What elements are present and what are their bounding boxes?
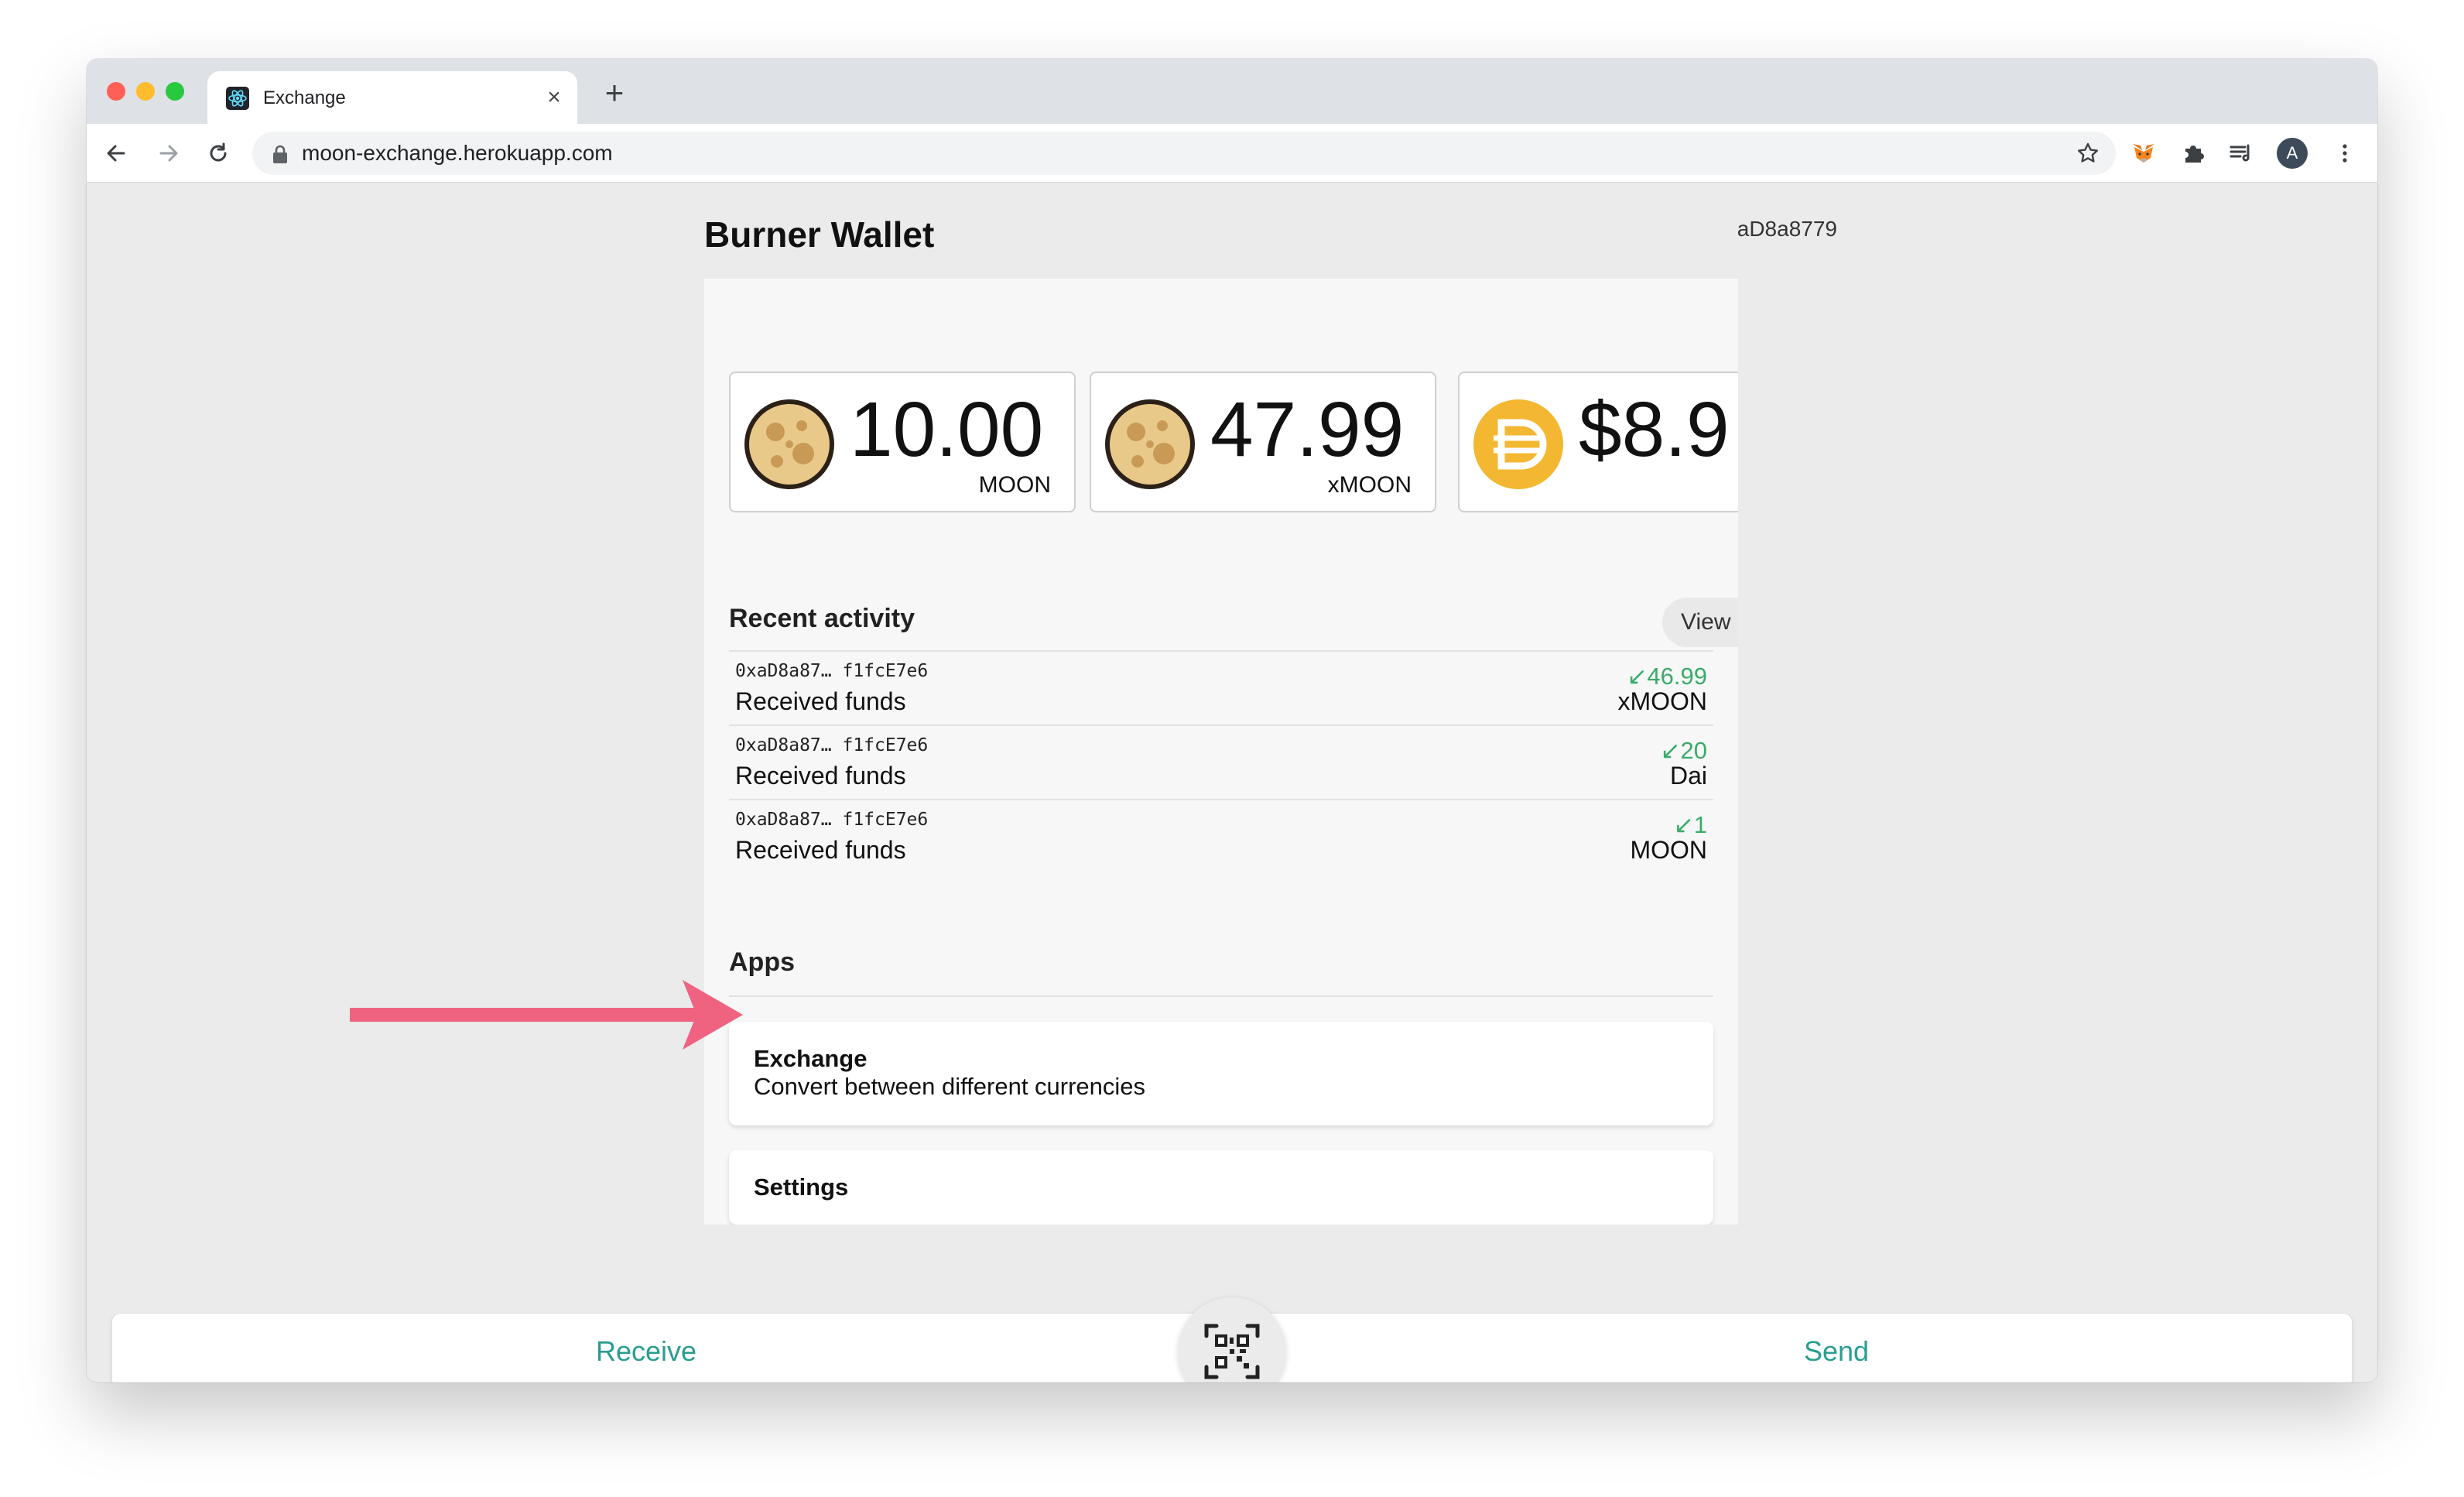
activity-amount: ↙46.99 bbox=[1627, 663, 1707, 690]
activity-address: 0xaD8a87… f1fcE7e6 bbox=[735, 661, 929, 681]
page-title: Burner Wallet bbox=[704, 214, 935, 255]
app-card-exchange[interactable]: Exchange Convert between different curre… bbox=[729, 1022, 1713, 1125]
wallet-panel: 10.00 MOON 47.99 xMOON $8.9 Recent activ… bbox=[704, 279, 1738, 1225]
moon-coin-icon bbox=[1102, 396, 1198, 492]
qr-code-icon bbox=[1204, 1324, 1260, 1379]
react-favicon-icon bbox=[226, 87, 249, 110]
metamask-fox-icon[interactable] bbox=[2130, 139, 2158, 167]
account-address[interactable]: aD8a8779 bbox=[1613, 217, 1837, 242]
balance-unit: xMOON bbox=[1327, 472, 1412, 498]
balance-card-moon[interactable]: 10.00 MOON bbox=[729, 372, 1076, 512]
activity-amount: ↙20 bbox=[1660, 737, 1707, 764]
annotation-arrow-icon bbox=[350, 980, 743, 1050]
tab-strip: Exchange × + bbox=[87, 59, 2377, 124]
balance-amount: 10.00 bbox=[850, 386, 1044, 473]
balance-amount: $8.9 bbox=[1579, 386, 1730, 473]
close-tab-icon[interactable]: × bbox=[542, 85, 566, 110]
tab-title: Exchange bbox=[263, 87, 346, 108]
activity-unit: MOON bbox=[1630, 836, 1707, 864]
browser-toolbar: moon-exchange.herokuapp.com A bbox=[87, 124, 2377, 183]
dai-coin-icon bbox=[1470, 396, 1566, 492]
app-description: Convert between different currencies bbox=[754, 1073, 1146, 1100]
moon-coin-icon bbox=[741, 396, 837, 492]
app-name: Exchange bbox=[754, 1045, 868, 1072]
page-viewport: Burner Wallet aD8a8779 10.00 MOON 47.99 … bbox=[87, 183, 2377, 1382]
view-all-button[interactable]: View all › bbox=[1662, 598, 1738, 647]
profile-avatar[interactable]: A bbox=[2277, 138, 2308, 169]
url-text: moon-exchange.herokuapp.com bbox=[302, 141, 613, 165]
activity-row[interactable]: 0xaD8a87… f1fcE7e6 Received funds ↙1 MOO… bbox=[729, 799, 1713, 873]
activity-address: 0xaD8a87… f1fcE7e6 bbox=[735, 810, 929, 830]
forward-arrow-icon[interactable] bbox=[155, 139, 183, 167]
scan-qr-button[interactable] bbox=[1178, 1297, 1286, 1382]
activity-description: Received funds bbox=[735, 762, 906, 790]
app-name: Settings bbox=[754, 1173, 849, 1201]
activity-amount: ↙1 bbox=[1673, 811, 1707, 838]
activity-row[interactable]: 0xaD8a87… f1fcE7e6 Received funds ↙46.99… bbox=[729, 650, 1713, 725]
apps-title: Apps bbox=[729, 947, 795, 977]
activity-description: Received funds bbox=[735, 687, 906, 715]
balance-unit: MOON bbox=[978, 472, 1051, 498]
close-window-button[interactable] bbox=[107, 82, 125, 101]
app-card-settings[interactable]: Settings bbox=[729, 1150, 1713, 1225]
new-tab-button[interactable]: + bbox=[599, 77, 630, 109]
browser-menu-icon[interactable] bbox=[2331, 139, 2359, 167]
lock-icon bbox=[273, 145, 287, 163]
maximize-window-button[interactable] bbox=[166, 82, 184, 101]
recent-activity-title: Recent activity bbox=[729, 604, 915, 633]
activity-description: Received funds bbox=[735, 836, 906, 864]
balance-amount: 47.99 bbox=[1210, 386, 1405, 473]
balance-card-xmoon[interactable]: 47.99 xMOON bbox=[1090, 372, 1436, 512]
minimize-window-button[interactable] bbox=[136, 82, 155, 101]
reload-icon[interactable] bbox=[204, 139, 232, 167]
activity-unit: xMOON bbox=[1617, 687, 1707, 715]
view-all-label: View all bbox=[1681, 609, 1738, 635]
receive-button[interactable]: Receive bbox=[112, 1314, 1180, 1382]
activity-address: 0xaD8a87… f1fcE7e6 bbox=[735, 735, 929, 755]
extensions-puzzle-icon[interactable] bbox=[2179, 139, 2207, 167]
back-arrow-icon[interactable] bbox=[102, 139, 130, 167]
activity-row[interactable]: 0xaD8a87… f1fcE7e6 Received funds ↙20 Da… bbox=[729, 725, 1713, 799]
divider bbox=[729, 995, 1713, 997]
balance-card-dai[interactable]: $8.9 bbox=[1458, 372, 1738, 512]
activity-unit: Dai bbox=[1669, 762, 1707, 790]
send-button[interactable]: Send bbox=[1319, 1314, 2353, 1382]
bookmark-star-icon[interactable] bbox=[2076, 141, 2100, 166]
address-bar[interactable]: moon-exchange.herokuapp.com bbox=[252, 132, 2116, 175]
tab-exchange[interactable]: Exchange × bbox=[207, 71, 577, 124]
browser-window: Exchange × + moon-exchange.herokuapp.com bbox=[87, 59, 2377, 1382]
reading-list-icon[interactable] bbox=[2227, 139, 2255, 167]
